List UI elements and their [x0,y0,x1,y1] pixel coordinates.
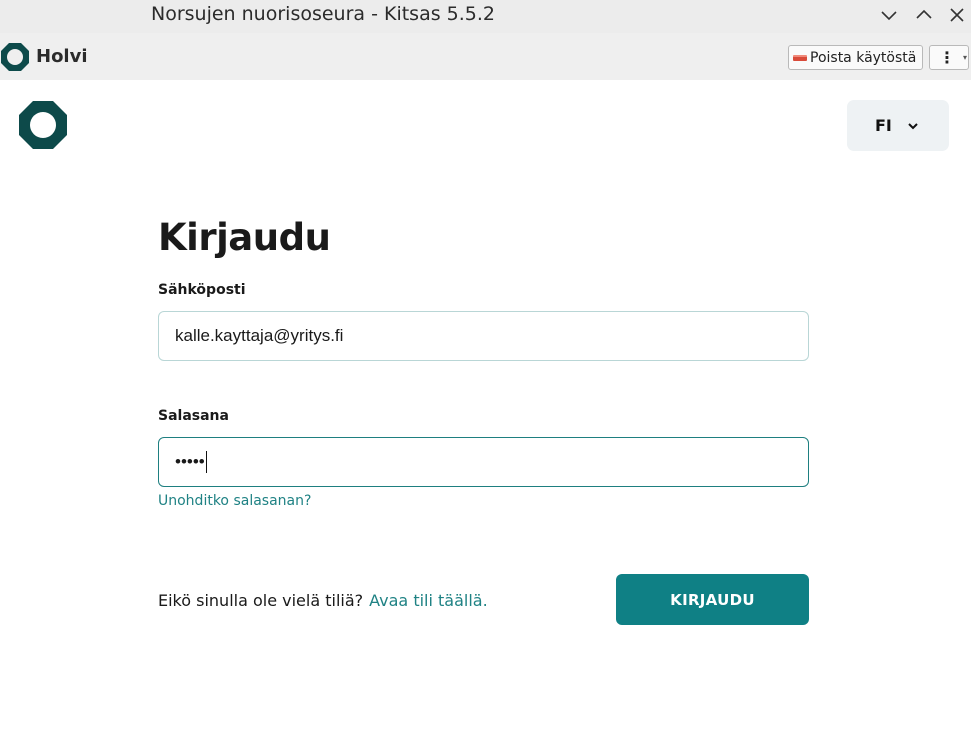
signup-text: Eikö sinulla ole vielä tiliä? [158,591,364,610]
chevron-down-icon [881,11,897,21]
kebab-menu-icon: ⋮ [939,47,955,67]
password-label: Salasana [158,408,229,424]
forgot-password-link[interactable]: Unohditko salasanan? [158,493,311,509]
text-cursor [205,451,207,473]
maximize-button[interactable] [911,2,937,28]
email-value: kalle.kayttaja@yritys.fi [175,326,344,345]
password-field[interactable]: ••••• [158,437,809,487]
window-title: Norsujen nuorisoseura - Kitsas 5.5.2 [151,3,495,25]
window-titlebar: Norsujen nuorisoseura - Kitsas 5.5.2 [0,0,971,33]
page-title: Kirjaudu [158,216,331,259]
email-label: Sähköposti [158,282,246,298]
disable-button-label: Poista käytöstä [810,49,917,66]
holvi-logo-icon [1,43,29,71]
login-page: FI Kirjaudu Sähköposti kalle.kayttaja@yr… [0,80,971,732]
disable-button[interactable]: Poista käytöstä [788,45,923,70]
close-icon [950,8,964,22]
login-button[interactable]: KIRJAUDU [616,574,809,625]
holvi-logo-icon[interactable] [18,100,68,150]
app-name: Holvi [36,46,88,67]
close-button[interactable] [944,2,970,28]
chevron-down-icon [908,122,918,129]
signup-link[interactable]: Avaa tili täällä. [369,591,488,610]
more-menu-button[interactable]: ⋮ ▾ [929,45,969,70]
language-code: FI [875,116,892,135]
stop-icon [793,54,807,61]
caret-down-icon: ▾ [963,53,968,62]
chevron-up-icon [916,9,932,19]
language-selector[interactable]: FI [847,100,949,151]
app-toolbar: Holvi Poista käytöstä ⋮ ▾ [0,33,971,80]
signup-prompt: Eikö sinulla ole vielä tiliä? Avaa tili t… [158,591,488,610]
password-value: ••••• [175,452,205,471]
email-field[interactable]: kalle.kayttaja@yritys.fi [158,311,809,361]
minimize-button[interactable] [876,2,902,28]
